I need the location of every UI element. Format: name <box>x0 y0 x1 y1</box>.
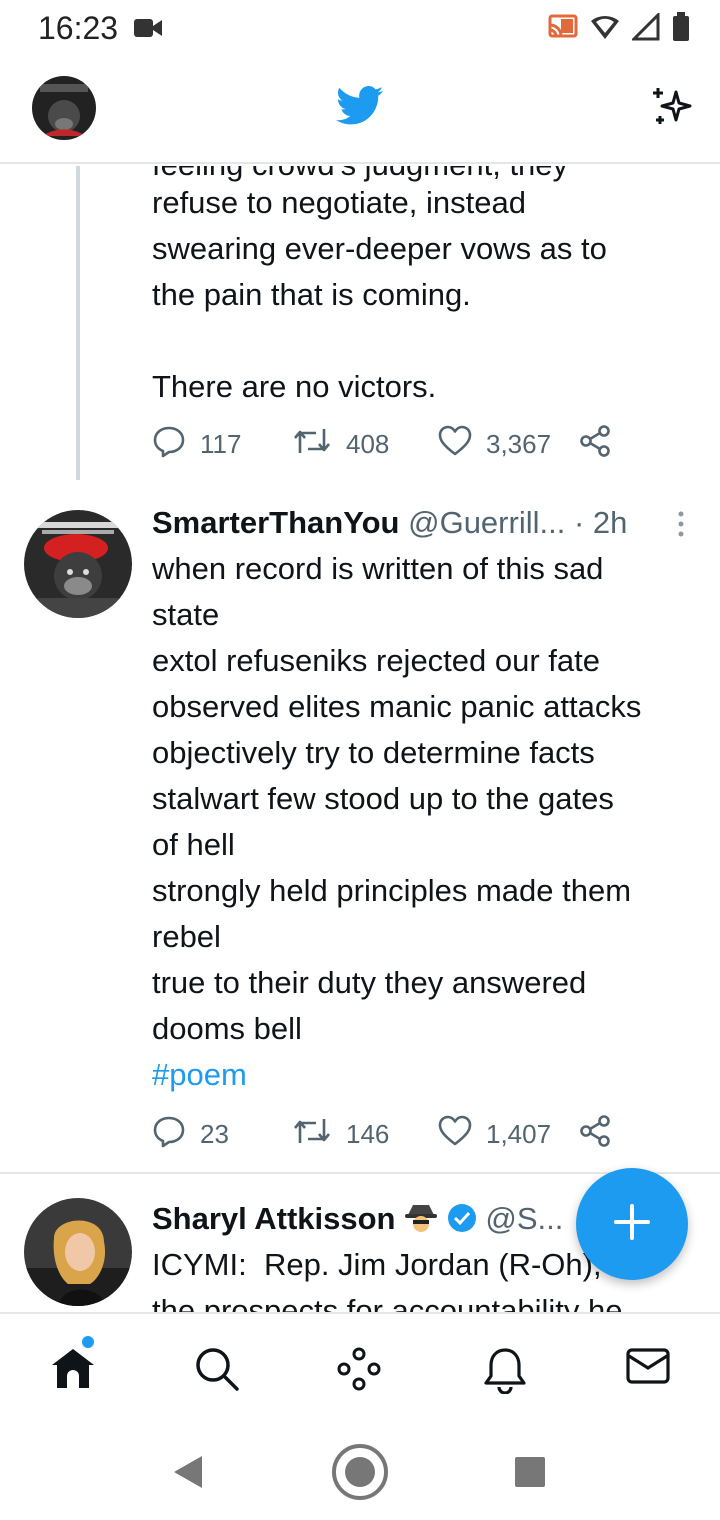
bottom-navigation <box>0 1312 720 1422</box>
plus-icon <box>612 1202 652 1247</box>
spaces-icon[interactable] <box>336 1346 382 1397</box>
compose-tweet-button[interactable] <box>576 1168 688 1280</box>
back-icon[interactable] <box>172 1454 204 1495</box>
home-notification-dot <box>82 1336 94 1348</box>
tweet-actions: 117 408 3,367 <box>152 424 632 464</box>
tweet-text-clipped: the prospects for accountability he <box>152 1293 623 1312</box>
share-icon <box>578 1114 612 1155</box>
share-button[interactable] <box>578 424 612 464</box>
messages-icon[interactable] <box>626 1346 670 1391</box>
retweet-icon <box>292 1115 332 1154</box>
thread-connector <box>76 166 80 480</box>
like-button[interactable]: 3,367 <box>438 424 551 464</box>
verified-badge-icon <box>447 1200 477 1246</box>
like-icon <box>438 425 472 464</box>
tweet-text: ICYMI: Rep. Jim Jordan (R-Oh), on <box>152 1247 645 1282</box>
signal-icon <box>630 11 660 46</box>
battery-icon <box>672 12 690 47</box>
retweet-count: 408 <box>346 428 390 459</box>
screen-record-icon <box>133 16 163 45</box>
tweet-author-avatar[interactable] <box>24 1198 132 1306</box>
share-button[interactable] <box>578 1114 612 1154</box>
reply-icon <box>152 1114 186 1155</box>
home-button-icon[interactable] <box>330 1442 390 1507</box>
home-icon[interactable] <box>50 1346 96 1395</box>
retweet-count: 146 <box>346 1118 390 1149</box>
tweet-time: · 2h <box>573 505 628 540</box>
more-options-icon[interactable] <box>676 510 686 543</box>
hashtag-link[interactable]: #poem <box>152 1052 247 1098</box>
like-button[interactable]: 1,407 <box>438 1114 551 1154</box>
author-name[interactable]: Sharyl Attkisson <box>152 1201 395 1236</box>
tweet-header: Sharyl Attkisson @S... <box>152 1196 563 1246</box>
like-icon <box>438 1115 472 1154</box>
system-navigation <box>0 1422 720 1520</box>
author-handle[interactable]: @Guerrill... <box>408 505 565 540</box>
tweet-text: refuse to negotiate, instead swearing ev… <box>152 185 607 404</box>
retweet-icon <box>292 425 332 464</box>
author-handle[interactable]: @S... <box>485 1201 563 1236</box>
wifi-icon <box>590 14 620 45</box>
reply-icon <box>152 424 186 465</box>
tweet-header: SmarterThanYou @Guerrill... · 2h <box>152 500 627 546</box>
reply-button[interactable]: 117 <box>152 424 241 464</box>
reply-count: 23 <box>200 1118 229 1149</box>
share-icon <box>578 424 612 465</box>
status-time: 16:23 <box>38 10 119 46</box>
sparkle-icon[interactable] <box>648 84 696 137</box>
app-header <box>0 56 720 164</box>
author-name[interactable]: SmarterThanYou <box>152 505 399 540</box>
cast-icon <box>548 13 578 46</box>
profile-avatar[interactable] <box>32 76 96 140</box>
recents-icon[interactable] <box>514 1456 546 1493</box>
search-icon[interactable] <box>194 1346 240 1397</box>
tweet-text: when record is written of this sad state… <box>152 551 642 1046</box>
tweet-actions: 23 146 1,407 <box>152 1114 632 1154</box>
twitter-bird-icon[interactable] <box>336 86 384 131</box>
notifications-icon[interactable] <box>482 1346 528 1399</box>
timeline-feed[interactable]: feeling crowd's judgment, they refuse to… <box>0 166 720 1312</box>
reply-count: 117 <box>200 428 242 459</box>
tweet-author-avatar[interactable] <box>24 510 132 618</box>
like-count: 1,407 <box>486 1118 552 1149</box>
system-icons <box>548 11 690 47</box>
retweet-button[interactable]: 408 <box>292 424 389 464</box>
like-count: 3,367 <box>486 428 552 459</box>
reply-button[interactable]: 23 <box>152 1114 229 1154</box>
spy-emoji-icon <box>404 1200 438 1246</box>
retweet-button[interactable]: 146 <box>292 1114 389 1154</box>
status-bar: 16:23 <box>0 0 720 56</box>
